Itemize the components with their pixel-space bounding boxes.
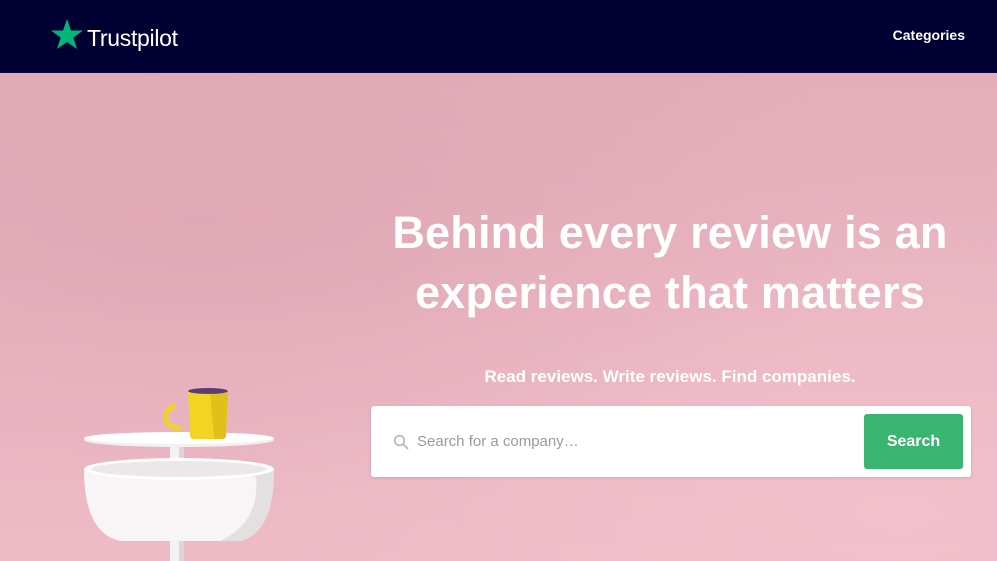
logo-text: Trustpilot [87,24,178,51]
search-icon [393,434,409,450]
hero-subtitle: Read reviews. Write reviews. Find compan… [484,367,856,386]
trustpilot-logo[interactable]: Trustpilot [50,16,178,54]
top-header: Trustpilot Categories [0,0,997,73]
search-button[interactable]: Search [864,414,963,469]
yellow-mug-icon [163,388,228,439]
hero-title: Behind every review is an experience tha… [392,207,948,318]
star-icon [51,19,83,49]
table-and-mug-illustration [84,388,274,561]
company-search-input[interactable] [417,424,857,458]
nav-categories-link[interactable]: Categories [893,27,965,43]
page: Trustpilot Categories Behind every revie… [0,0,997,561]
company-search-form: Search [371,406,971,477]
hero-section: Behind every review is an experience tha… [0,73,997,561]
